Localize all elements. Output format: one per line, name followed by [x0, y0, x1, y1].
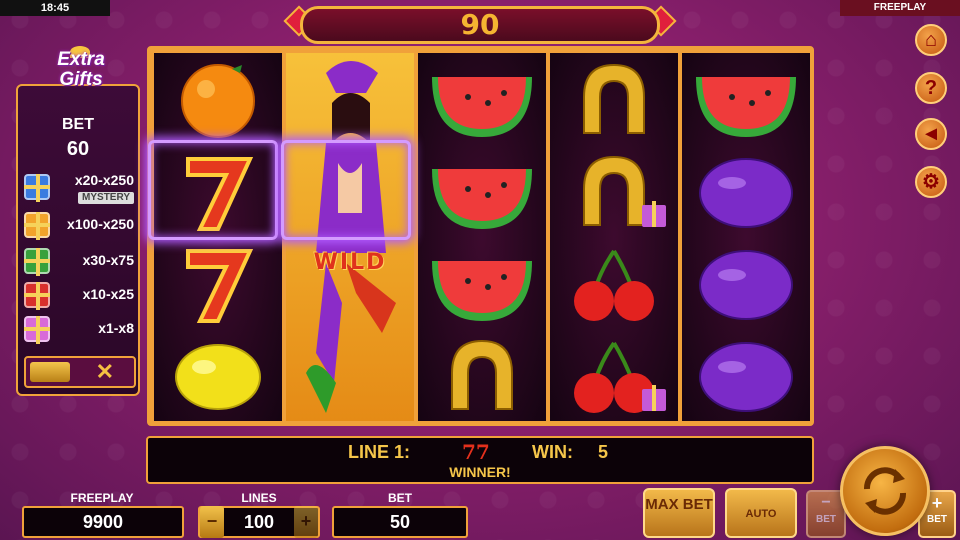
freeplay-label: FREEPLAY	[70, 491, 134, 505]
blue-gift-icon	[24, 174, 50, 202]
win-line-bar: LINE 1: 77 WIN: 5 WINNER!	[146, 436, 814, 484]
panel-bet-value: 60	[66, 138, 90, 160]
win-amount-banner: 90	[300, 6, 660, 44]
payout-row: x1-x8	[20, 312, 138, 346]
freeplay-balance: 9900	[22, 506, 184, 538]
bet-label: BET	[388, 491, 412, 505]
minus-icon: −	[821, 494, 831, 511]
cherry-gift-symbol-icon	[574, 341, 666, 413]
red-gift-icon	[24, 282, 50, 310]
wild-label: WILD	[313, 250, 387, 275]
reel-5	[682, 53, 810, 421]
payout-row: x30-x75	[20, 244, 138, 278]
payout-range: x30-x75	[82, 252, 134, 268]
lemon-symbol-icon	[175, 344, 261, 410]
panel-bet-label: BET	[62, 116, 94, 133]
payout-row: x10-x25	[20, 278, 138, 312]
payout-row-mystery: x20-x250 MYSTERY	[20, 170, 138, 204]
mystery-tag: MYSTERY	[78, 192, 134, 204]
sound-button[interactable]: ◄	[915, 118, 947, 150]
bet-decrease-label: BET	[816, 514, 836, 525]
line-symbols: 77	[462, 440, 490, 464]
line-win-label: WIN:	[532, 442, 573, 462]
payout-range: x1-x8	[98, 320, 134, 336]
gold-gift-icon	[24, 212, 50, 240]
line-win-value: 5	[598, 442, 609, 462]
help-button[interactable]: ?	[915, 72, 947, 104]
horseshoe-symbol-icon	[583, 63, 645, 134]
seven-symbol-icon	[186, 249, 254, 323]
lines-label: LINES	[241, 491, 277, 505]
logo-line2: Gifts	[59, 69, 103, 90]
toggle-knob[interactable]	[30, 362, 70, 382]
horseshoe-gift-symbol-icon	[583, 155, 666, 227]
payout-range: x20-x250	[74, 172, 134, 188]
reel-3	[418, 53, 546, 421]
clock: 18:45	[0, 0, 110, 16]
pink-gift-icon	[24, 316, 50, 344]
mode-badge: FREEPLAY	[840, 0, 960, 16]
settings-button[interactable]: ⚙	[915, 166, 947, 198]
plum-symbol-icon	[699, 158, 793, 228]
cherry-symbol-icon	[574, 249, 654, 321]
auto-spin-button[interactable]: AUTO	[725, 488, 797, 538]
auto-label: AUTO	[745, 508, 777, 520]
spin-arrows-icon	[864, 467, 906, 515]
watermelon-symbol-icon	[696, 77, 796, 137]
bet-value: 50	[332, 506, 468, 538]
payout-range: x100-x250	[67, 216, 134, 232]
watermelon-symbol-icon	[432, 261, 532, 321]
plum-symbol-icon	[699, 342, 793, 412]
payout-row: x100-x250	[20, 208, 138, 242]
orange-symbol-icon	[181, 64, 255, 138]
max-bet-button[interactable]: MAX BET	[643, 488, 715, 538]
reel-4	[550, 53, 678, 421]
bonus-toggle[interactable]: ✕	[24, 356, 136, 388]
line-label: LINE 1:	[348, 442, 411, 462]
winner-status: WINNER!	[449, 464, 511, 480]
home-button[interactable]: ⌂	[915, 24, 947, 56]
watermelon-symbol-icon	[432, 77, 532, 137]
watermelon-symbol-icon	[432, 169, 532, 229]
winning-symbol-highlight	[281, 140, 411, 240]
lines-increase-button[interactable]: +	[294, 506, 318, 538]
logo-line1: Extra	[57, 49, 105, 70]
plum-symbol-icon	[699, 250, 793, 320]
close-icon[interactable]: ✕	[96, 359, 114, 385]
max-bet-label: MAX BET	[645, 496, 713, 513]
game-logo: Extra Gifts	[38, 50, 124, 104]
payout-range: x10-x25	[82, 286, 134, 302]
green-gift-icon	[24, 248, 50, 276]
lines-decrease-button[interactable]: −	[200, 506, 224, 538]
winning-symbol-highlight	[148, 140, 278, 240]
spin-button[interactable]	[840, 446, 930, 536]
horseshoe-symbol-icon	[451, 339, 513, 410]
